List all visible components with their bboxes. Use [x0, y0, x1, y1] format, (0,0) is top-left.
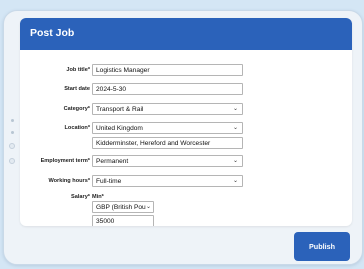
job-title-label: Job title*: [66, 67, 90, 73]
working-hours-select[interactable]: Full-time ⌄: [92, 175, 243, 187]
employment-term-select[interactable]: Permanent ⌄: [92, 155, 243, 167]
page-title: Post Job: [20, 18, 352, 50]
employment-term-label: Employment term*: [40, 158, 90, 164]
chevron-down-icon: ⌄: [232, 106, 238, 112]
start-date-input[interactable]: 2024-5-30: [92, 83, 243, 95]
salary-min-label: Min*: [92, 194, 104, 200]
country-select[interactable]: United Kingdom ⌄: [92, 122, 243, 134]
chevron-down-icon: ⌄: [145, 204, 151, 210]
chevron-down-icon: ⌄: [232, 158, 238, 164]
publish-button[interactable]: Publish: [294, 232, 350, 261]
post-job-card: Post Job Job title* Logistics Manager St…: [20, 18, 352, 226]
start-date-label: Start date: [64, 86, 90, 92]
category-label: Category*: [63, 106, 90, 112]
currency-value: GBP (British Pou: [96, 203, 146, 211]
app-frame: Post Job Job title* Logistics Manager St…: [3, 10, 363, 265]
side-decoration: [9, 119, 18, 173]
salary-amount-input[interactable]: 35000: [92, 215, 154, 226]
region-input[interactable]: Kidderminster, Hereford and Worcester: [92, 137, 243, 149]
chevron-down-icon: ⌄: [232, 178, 238, 184]
currency-select[interactable]: GBP (British Pou ⌄: [92, 201, 154, 213]
category-value: Transport & Rail: [96, 105, 144, 113]
decor-dot: [11, 119, 14, 122]
chevron-down-icon: ⌄: [232, 125, 238, 131]
working-hours-label: Working hours*: [48, 178, 90, 184]
category-select[interactable]: Transport & Rail ⌄: [92, 103, 243, 115]
decor-dot: [11, 131, 14, 134]
country-value: United Kingdom: [96, 124, 143, 132]
location-label: Location*: [64, 125, 90, 131]
decor-dot: [9, 143, 15, 149]
employment-term-value: Permanent: [96, 157, 129, 165]
job-title-input[interactable]: Logistics Manager: [92, 64, 243, 76]
working-hours-value: Full-time: [96, 177, 122, 185]
salary-label: Salary*: [71, 194, 90, 200]
decor-dot: [9, 158, 15, 164]
